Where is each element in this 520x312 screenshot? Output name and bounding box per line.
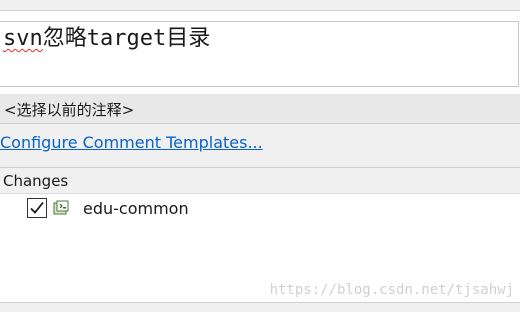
change-item-label: edu-common bbox=[83, 198, 189, 218]
commit-comment-input[interactable]: svn忽略target目录 bbox=[0, 21, 519, 87]
commit-comment-text: svn忽略target目录 bbox=[3, 25, 210, 53]
changes-header: Changes bbox=[0, 168, 520, 194]
project-folder-icon bbox=[53, 200, 69, 215]
recent-comments-label: <选择以前的注释> bbox=[4, 101, 135, 119]
comment-rest: 忽略target目录 bbox=[42, 26, 211, 51]
watermark: https://blog.csdn.net/tjsahwj bbox=[269, 282, 514, 298]
check-icon bbox=[30, 201, 44, 214]
recent-comments-dropdown[interactable]: <选择以前的注释> bbox=[0, 94, 520, 124]
template-row: Configure Comment Templates... bbox=[0, 124, 520, 168]
comment-prefix: svn bbox=[3, 26, 43, 51]
top-strip bbox=[0, 0, 520, 11]
bottom-strip bbox=[0, 302, 520, 312]
list-item[interactable]: edu-common bbox=[27, 197, 189, 219]
change-checkbox[interactable] bbox=[27, 198, 47, 218]
changes-title: Changes bbox=[3, 172, 69, 190]
configure-comment-templates-link[interactable]: Configure Comment Templates... bbox=[0, 133, 263, 152]
